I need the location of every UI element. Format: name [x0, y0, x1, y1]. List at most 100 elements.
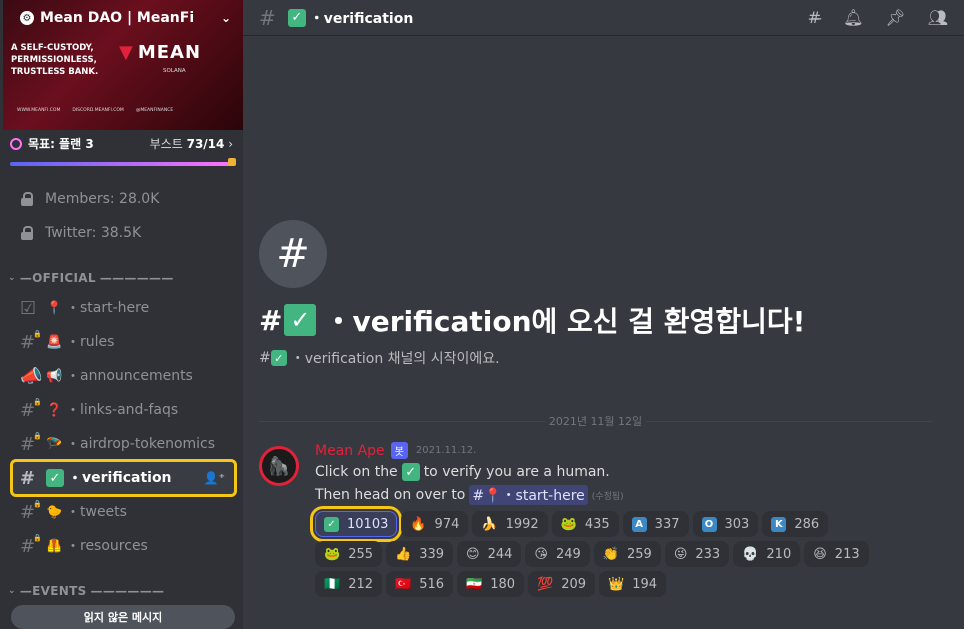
hash-lock-icon: # 🔒 [20, 533, 42, 557]
stat-twitter[interactable]: Twitter: 38.5K [0, 216, 243, 250]
reaction[interactable]: A 337 [622, 511, 689, 537]
reaction-emoji-icon: 😜 [673, 546, 688, 562]
hash-lock-icon: # 🔒 [20, 397, 42, 421]
boost-goal-label: 목표: 플랜 3 [28, 137, 94, 151]
reaction-count: 180 [490, 576, 516, 592]
bell-icon[interactable]: 🔔︎ [843, 8, 863, 27]
reaction-emoji-icon: 🇹🇷 [395, 576, 412, 592]
hash-lock-icon: # 🔒 [20, 431, 42, 455]
category-events[interactable]: ⌄ — EVENTS —————— [0, 584, 243, 598]
boost-goal[interactable]: 목표: 플랜 3 부스트 73/14 › [10, 135, 236, 166]
reaction[interactable]: 😘 249 [525, 541, 590, 567]
banner-links: WWW.MEANFI.COM DISCORD.MEANFI.COM @MEANFIN… [17, 108, 174, 113]
bot-badge: 봇 [390, 442, 408, 459]
reaction-count: 249 [555, 546, 581, 562]
reaction-count: 435 [584, 516, 610, 532]
reaction[interactable]: 😆 213 [804, 541, 869, 567]
reaction-emoji-icon: 🇮🇷 [466, 576, 483, 592]
hash-icon: # [259, 220, 327, 288]
reaction[interactable]: 👑 194 [599, 571, 667, 597]
reaction[interactable]: 🔥 974 [401, 511, 469, 537]
message-line-2: Then head on over to #📍・start-here (수정됨) [315, 485, 624, 505]
chevron-down-icon[interactable]: ⌄ [221, 11, 231, 25]
message-author[interactable]: Mean Ape [315, 443, 385, 459]
boost-progress-bar [10, 158, 236, 166]
server-stats: Members: 28.0K Twitter: 38.5K [0, 182, 243, 250]
reaction-count: 259 [627, 546, 652, 562]
channel-airdrop-tokenomics[interactable]: # 🔒 🪂 ・ airdrop-tokenomics [12, 427, 235, 461]
reaction-count: 516 [419, 576, 445, 592]
channel-announcements[interactable]: 📣 📢 ・ announcements [12, 359, 235, 393]
app: A SELF-CUSTODY, PERMISSIONLESS, TRUSTLES… [0, 0, 964, 629]
reaction[interactable]: 👍 339 [386, 541, 454, 567]
reaction-count: 1992 [505, 516, 539, 532]
hash-lock-icon: # 🔒 [20, 499, 42, 523]
reaction-emoji-icon: 🐸 [324, 546, 341, 562]
reaction[interactable]: O 303 [692, 511, 759, 537]
reaction[interactable]: 🇳🇬 212 [315, 571, 383, 597]
check-emoji-icon: ✓ [46, 469, 64, 487]
reaction[interactable]: 🍌 1992 [472, 511, 548, 537]
reaction[interactable]: 🐸 255 [315, 541, 383, 567]
reaction-emoji-icon: 👑 [608, 576, 625, 592]
reaction-emoji-icon: 😘 [534, 546, 548, 562]
lock-icon [21, 226, 33, 240]
channel-mention[interactable]: #📍・start-here [469, 485, 588, 505]
chevron-down-icon: ⌄ [8, 586, 16, 596]
channel-links-and-faqs[interactable]: # 🔒 ❓ ・ links-and-faqs [12, 393, 235, 427]
welcome-subtitle: # ✓ ・verification 채널의 시작이에요. [259, 350, 500, 367]
reaction[interactable]: ✓ 10103 [309, 506, 403, 542]
chat-area: # ✓ ・verification #̶ 🔔︎ 📌︎ 👥︎ # # ✓ ・verif… [243, 0, 964, 629]
reaction-count: 974 [434, 516, 460, 532]
hash-icon: # [259, 5, 276, 30]
check-emoji-icon: ✓ [401, 463, 420, 481]
reaction-emoji-icon: 🐸 [560, 516, 577, 532]
reaction-emoji-icon: A [631, 516, 647, 532]
server-icon: ⚙ [20, 11, 34, 25]
reaction-emoji-icon: 👍 [395, 546, 412, 562]
channel-resources[interactable]: # 🔒 🦺 ・ resources [12, 529, 235, 563]
stat-members[interactable]: Members: 28.0K [0, 182, 243, 216]
reaction[interactable]: 👏 259 [593, 541, 661, 567]
channel-verification[interactable]: # ✓ ・ verification 👤⁺ [10, 459, 237, 497]
reaction-count: 339 [419, 546, 445, 562]
pin-icon[interactable]: 📌︎ [885, 8, 905, 27]
reaction-emoji-icon: 💀 [742, 546, 759, 562]
message-timestamp: 2021.11.12. [415, 445, 477, 456]
channel-start-here[interactable]: ☑ 📍 ・ start-here [12, 291, 235, 325]
reaction[interactable]: K 286 [762, 511, 829, 537]
reaction-emoji-icon: O [701, 516, 717, 532]
reaction[interactable]: 🐸 435 [551, 511, 619, 537]
flag-icon [228, 158, 236, 166]
unread-messages-button[interactable]: 읽지 않은 메시지 [11, 605, 235, 629]
reaction-count: 244 [487, 546, 513, 562]
threads-icon[interactable]: #̶ [808, 8, 821, 27]
avatar[interactable]: 🦍 [259, 446, 299, 486]
reaction[interactable]: 🇮🇷 180 [457, 571, 525, 597]
reaction[interactable]: 🇹🇷 516 [386, 571, 454, 597]
channel-rules[interactable]: # 🔒 🚨 ・ rules [12, 325, 235, 359]
reaction[interactable]: 💀 210 [733, 541, 801, 567]
channel-title: ・verification [309, 10, 414, 27]
reaction-count: 212 [348, 576, 374, 592]
reaction-emoji-icon: 🇳🇬 [324, 576, 341, 592]
invite-member-icon[interactable]: 👤⁺ [204, 471, 225, 485]
channel-tweets[interactable]: # 🔒 🐤 ・ tweets [12, 495, 235, 529]
reaction[interactable]: 😊 244 [457, 541, 522, 567]
server-header[interactable]: ⚙ Mean DAO | MeanFi ⌄ [0, 0, 243, 36]
member-list-icon[interactable]: 👥︎ [928, 8, 948, 27]
channel-topbar: # ✓ ・verification #̶ 🔔︎ 📌︎ 👥︎ [243, 0, 964, 36]
reaction-count: 303 [724, 516, 750, 532]
check-emoji-icon: ✓ [287, 8, 306, 27]
hash-icon: # [20, 467, 36, 489]
reaction[interactable]: 😜 233 [664, 541, 730, 567]
reaction-emoji-icon: 👏 [602, 546, 619, 562]
category-official[interactable]: ⌄ — OFFICIAL —————— [0, 271, 243, 285]
reaction-emoji-icon: 😆 [813, 546, 827, 562]
reaction-count: 337 [654, 516, 680, 532]
reaction-count: 213 [834, 546, 860, 562]
channel-list: ☑ 📍 ・ start-here # 🔒 🚨 ・ rules 📣 📢 ・ announceme… [0, 291, 243, 563]
reaction[interactable]: 💯 209 [528, 571, 596, 597]
date-divider: 2021년 11월 12일 [259, 413, 932, 429]
banner-logo: ▼ MEAN [119, 42, 202, 63]
